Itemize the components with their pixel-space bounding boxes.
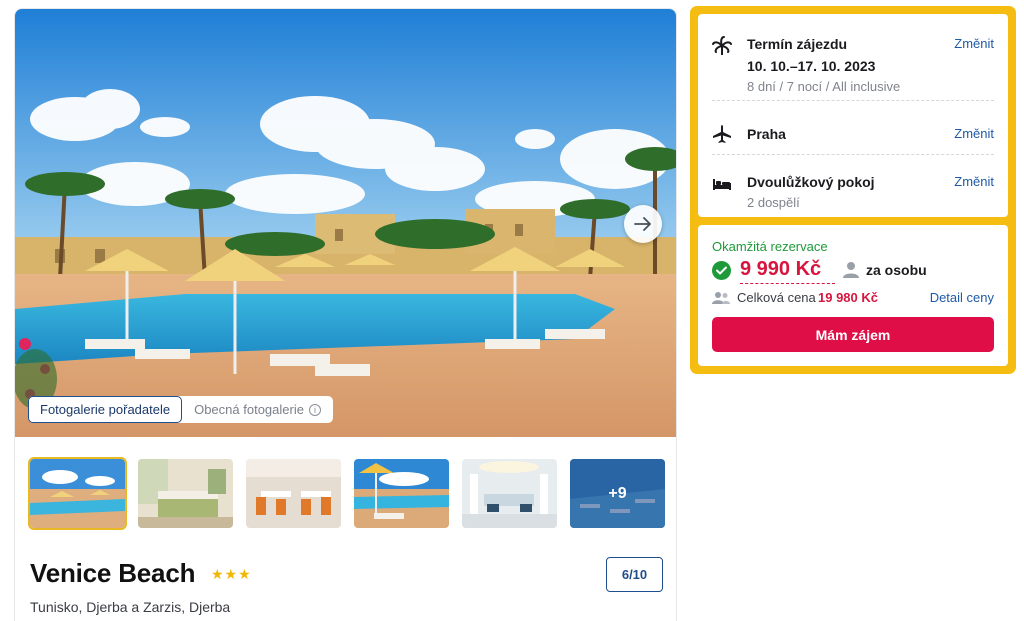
hero-photo[interactable]: Fotogalerie pořadatele Obecná fotogaleri…: [15, 9, 676, 437]
price-underline: [740, 283, 835, 284]
plane-icon: [713, 125, 731, 143]
thumbnail-strip: +9: [28, 457, 665, 530]
tab-general-gallery-label: Obecná fotogalerie: [194, 402, 304, 417]
interest-button[interactable]: Mám zájem: [712, 317, 994, 352]
booking-panel: Termín zájezdu 10. 10.–17. 10. 2023 8 dn…: [690, 6, 1016, 374]
thumbnail-restaurant-image: [246, 459, 341, 528]
person-icon: [843, 262, 859, 278]
thumbnail-restaurant[interactable]: [246, 459, 341, 528]
hotel-name: Venice Beach: [30, 558, 196, 588]
change-room-link[interactable]: Změnit: [954, 174, 994, 189]
total-price-label: Celková cena: [737, 290, 816, 305]
hero-photo-image: [15, 9, 676, 437]
total-price-value: 19 980 Kč: [818, 290, 878, 305]
rating-badge[interactable]: 6/10: [606, 557, 663, 592]
change-term-link[interactable]: Změnit: [954, 36, 994, 51]
thumbnail-lobby-image: [462, 459, 557, 528]
bed-icon: [713, 179, 731, 190]
thumbnail-room-image: [138, 459, 233, 528]
people-icon: [712, 292, 730, 304]
trip-term-dates: 10. 10.–17. 10. 2023: [747, 58, 876, 74]
price-per-person[interactable]: 9 990 Kč: [740, 258, 821, 281]
instant-booking-label: Okamžitá rezervace: [712, 239, 828, 254]
trip-term-details: 8 dní / 7 nocí / All inclusive: [747, 79, 901, 94]
per-person-label: za osobu: [866, 262, 927, 278]
room-type: Dvoulůžkový pokoj: [747, 174, 875, 190]
hotel-location: Tunisko, Djerba a Zarzis, Djerba: [30, 599, 231, 615]
arrow-right-icon: [634, 217, 651, 231]
departure-city: Praha: [747, 126, 786, 142]
change-departure-link[interactable]: Změnit: [954, 126, 994, 141]
price-box: Okamžitá rezervace 9 990 Kč za osobu Cel…: [698, 225, 1008, 366]
thumbnail-pool-image: [30, 459, 125, 528]
tab-organizer-gallery[interactable]: Fotogalerie pořadatele: [28, 396, 183, 423]
thumbnail-more-photos[interactable]: +9: [570, 459, 665, 528]
palm-icon: [712, 36, 732, 55]
check-icon: [712, 261, 731, 280]
tab-organizer-gallery-label: Fotogalerie pořadatele: [40, 402, 171, 417]
divider: [712, 100, 994, 101]
trip-details: Termín zájezdu 10. 10.–17. 10. 2023 8 dn…: [698, 14, 1008, 217]
thumbnail-pool[interactable]: [28, 457, 127, 530]
more-photos-count: +9: [570, 459, 665, 528]
next-photo-button[interactable]: [624, 205, 662, 243]
hotel-gallery-card: Fotogalerie pořadatele Obecná fotogaleri…: [14, 8, 677, 621]
divider: [712, 154, 994, 155]
price-detail-link[interactable]: Detail ceny: [930, 290, 994, 305]
info-icon[interactable]: i: [308, 403, 321, 416]
hotel-stars: ★★★: [211, 566, 252, 582]
thumbnail-room[interactable]: [138, 459, 233, 528]
gallery-source-tabs: Fotogalerie pořadatele Obecná fotogaleri…: [28, 396, 333, 423]
thumbnail-pool-umbrellas-image: [354, 459, 449, 528]
tab-general-gallery[interactable]: Obecná fotogalerie i: [182, 396, 333, 423]
thumbnail-lobby[interactable]: [462, 459, 557, 528]
trip-term-title: Termín zájezdu: [747, 36, 848, 52]
thumbnail-pool-umbrellas[interactable]: [354, 459, 449, 528]
room-occupants: 2 dospělí: [747, 195, 800, 210]
